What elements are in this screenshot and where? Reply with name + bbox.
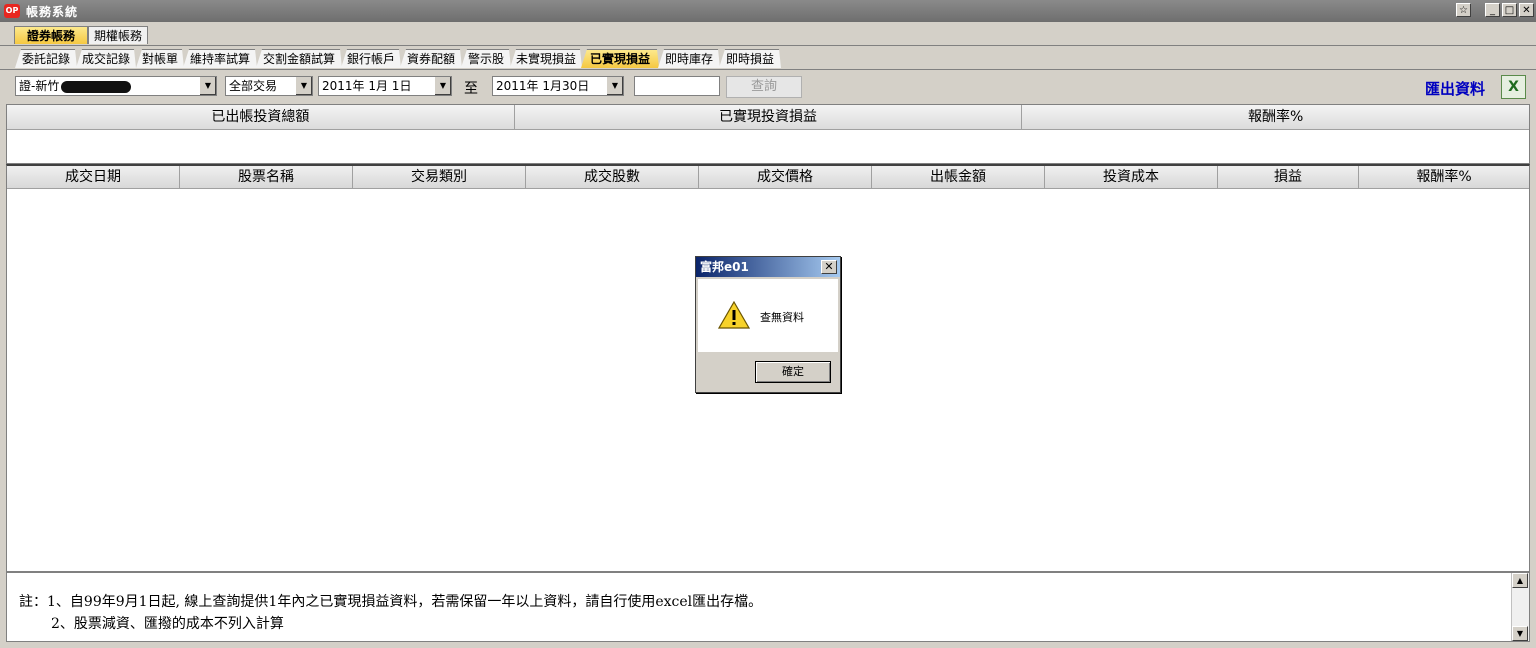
pin-icon[interactable]: ☆ bbox=[1456, 3, 1471, 17]
subtab-settlement[interactable]: 交割金額試算 bbox=[256, 49, 342, 68]
scroll-up-icon[interactable]: ▲ bbox=[1512, 573, 1528, 588]
detail-header-row: 成交日期 股票名稱 交易類別 成交股數 成交價格 出帳金額 投資成本 損益 報酬… bbox=[7, 166, 1529, 189]
account-select[interactable]: 證-新竹 ▼ bbox=[15, 76, 217, 96]
dialog-title: 富邦e01 bbox=[700, 260, 749, 274]
col-shares[interactable]: 成交股數 bbox=[526, 166, 699, 188]
window-titlebar: OP 帳務系統 ☆ _ □ ✕ bbox=[0, 0, 1536, 22]
summary-grid: 已出帳投資總額 已實現投資損益 報酬率% bbox=[6, 104, 1530, 164]
date-from-value: 2011年 1月 1日 bbox=[322, 79, 412, 93]
summary-header-row: 已出帳投資總額 已實現投資損益 報酬率% bbox=[7, 105, 1529, 130]
subtab-bank-account[interactable]: 銀行帳戶 bbox=[341, 49, 401, 68]
dialog-close-button[interactable]: ✕ bbox=[821, 260, 837, 274]
subtab-statement[interactable]: 對帳單 bbox=[136, 49, 184, 68]
tab-securities-account[interactable]: 證券帳務 bbox=[14, 26, 88, 44]
dialog-message: 查無資料 bbox=[760, 311, 804, 324]
subtab-realized-pl[interactable]: 已實現損益 bbox=[581, 49, 659, 68]
col-outflow-amount[interactable]: 出帳金額 bbox=[872, 166, 1045, 188]
col-stock-name[interactable]: 股票名稱 bbox=[180, 166, 353, 188]
summary-col-return-rate[interactable]: 報酬率% bbox=[1022, 105, 1529, 129]
chevron-down-icon[interactable]: ▼ bbox=[295, 77, 312, 95]
maximize-button[interactable]: □ bbox=[1502, 3, 1517, 17]
sub-tab-bar: 委託記錄 成交記錄 對帳單 維持率試算 交割金額試算 銀行帳戶 資券配額 警示股… bbox=[0, 48, 1536, 70]
query-toolbar: 證-新竹 ▼ 全部交易 ▼ 2011年 1月 1日 ▼ 至 2011年 1月30… bbox=[0, 72, 1536, 102]
summary-col-realized-pl[interactable]: 已實現投資損益 bbox=[515, 105, 1023, 129]
message-dialog: 富邦e01 ✕ 查無資料 確定 bbox=[695, 256, 841, 393]
query-button[interactable]: 查詢 bbox=[726, 76, 802, 98]
subtab-live-inventory[interactable]: 即時庫存 bbox=[658, 49, 720, 68]
app-logo-icon: OP bbox=[4, 4, 20, 18]
subtab-unrealized-pl[interactable]: 未實現損益 bbox=[510, 49, 582, 68]
col-profit-loss[interactable]: 損益 bbox=[1218, 166, 1359, 188]
chevron-down-icon[interactable]: ▼ bbox=[606, 77, 623, 95]
dialog-titlebar: 富邦e01 ✕ bbox=[696, 257, 840, 277]
dialog-body: 查無資料 bbox=[698, 279, 838, 352]
window-title: 帳務系統 bbox=[26, 4, 79, 19]
summary-col-total-invested[interactable]: 已出帳投資總額 bbox=[7, 105, 515, 129]
stock-code-input[interactable] bbox=[634, 76, 720, 96]
account-select-value: 證-新竹 bbox=[19, 79, 60, 93]
export-data-link[interactable]: 匯出資料 bbox=[1425, 78, 1485, 99]
dialog-ok-button[interactable]: 確定 bbox=[755, 361, 831, 383]
note-line-1: 註：1、自99年9月1日起, 線上查詢提供1年內之已實現損益資料，若需保留一年以… bbox=[19, 594, 763, 610]
chevron-down-icon[interactable]: ▼ bbox=[434, 77, 451, 95]
trade-type-select[interactable]: 全部交易 ▼ bbox=[225, 76, 313, 96]
subtab-warning-stocks[interactable]: 警示股 bbox=[461, 49, 511, 68]
main-tab-bar: 證券帳務 期權帳務 bbox=[0, 25, 1536, 46]
note-scrollbar[interactable]: ▲ ▼ bbox=[1511, 573, 1529, 641]
tab-futures-account[interactable]: 期權帳務 bbox=[88, 26, 148, 44]
col-trade-type[interactable]: 交易類別 bbox=[353, 166, 526, 188]
date-range-to-label: 至 bbox=[464, 81, 478, 97]
chevron-down-icon[interactable]: ▼ bbox=[199, 77, 216, 95]
date-to-value: 2011年 1月30日 bbox=[496, 79, 590, 93]
col-investment-cost[interactable]: 投資成本 bbox=[1045, 166, 1218, 188]
date-to-picker[interactable]: 2011年 1月30日 ▼ bbox=[492, 76, 624, 96]
subtab-orders[interactable]: 委託記錄 bbox=[15, 49, 77, 68]
col-price[interactable]: 成交價格 bbox=[699, 166, 872, 188]
excel-export-icon[interactable]: X bbox=[1501, 75, 1526, 99]
warning-icon bbox=[718, 301, 750, 329]
note-panel: 註：1、自99年9月1日起, 線上查詢提供1年內之已實現損益資料，若需保留一年以… bbox=[6, 572, 1530, 642]
minimize-button[interactable]: _ bbox=[1485, 3, 1500, 17]
subtab-trades[interactable]: 成交記錄 bbox=[76, 49, 136, 68]
subtab-maintenance-ratio[interactable]: 維持率試算 bbox=[183, 49, 257, 68]
window-controls: ☆ _ □ ✕ bbox=[1456, 3, 1534, 17]
col-return-rate[interactable]: 報酬率% bbox=[1359, 166, 1529, 188]
scroll-down-icon[interactable]: ▼ bbox=[1512, 626, 1528, 641]
date-from-picker[interactable]: 2011年 1月 1日 ▼ bbox=[318, 76, 452, 96]
subtab-live-pl[interactable]: 即時損益 bbox=[719, 49, 781, 68]
col-trade-date[interactable]: 成交日期 bbox=[7, 166, 180, 188]
redacted-scribble bbox=[61, 80, 132, 93]
note-line-2: 2、股票減資、匯撥的成本不列入計算 bbox=[51, 616, 284, 632]
close-button[interactable]: ✕ bbox=[1519, 3, 1534, 17]
subtab-margin-quota[interactable]: 資券配額 bbox=[400, 49, 462, 68]
trade-type-value: 全部交易 bbox=[229, 79, 278, 93]
